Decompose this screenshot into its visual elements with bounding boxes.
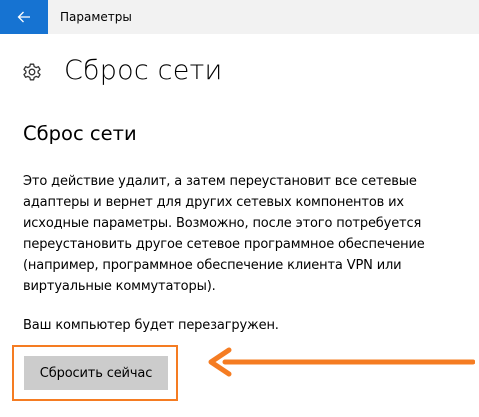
description-text: Это действие удалит, а затем переустанов… [23,171,468,297]
back-button[interactable] [0,0,48,34]
description-line: переустановить другое сетевое программно… [23,237,425,252]
description-line: (например, программное обеспечение клиен… [23,258,402,273]
description-line: исходные параметры. Возможно, после этог… [23,216,422,231]
section-title: Сброс сети [23,122,137,145]
app-title: Параметры [60,10,132,24]
page-title: Сброс сети [64,55,223,86]
restart-note: Ваш компьютер будет перезагружен. [23,318,279,333]
title-bar: Параметры [0,0,479,34]
description-line: виртуальные коммутаторы). [23,279,216,294]
description-line: адаптеры и вернет для других сетевых ком… [23,195,404,210]
gear-icon [23,63,41,81]
arrow-left-annotation-icon [208,347,475,377]
arrow-left-icon [17,11,30,23]
reset-now-button[interactable]: Сбросить сейчас [24,356,168,390]
description-line: Это действие удалит, а затем переустанов… [23,174,417,189]
